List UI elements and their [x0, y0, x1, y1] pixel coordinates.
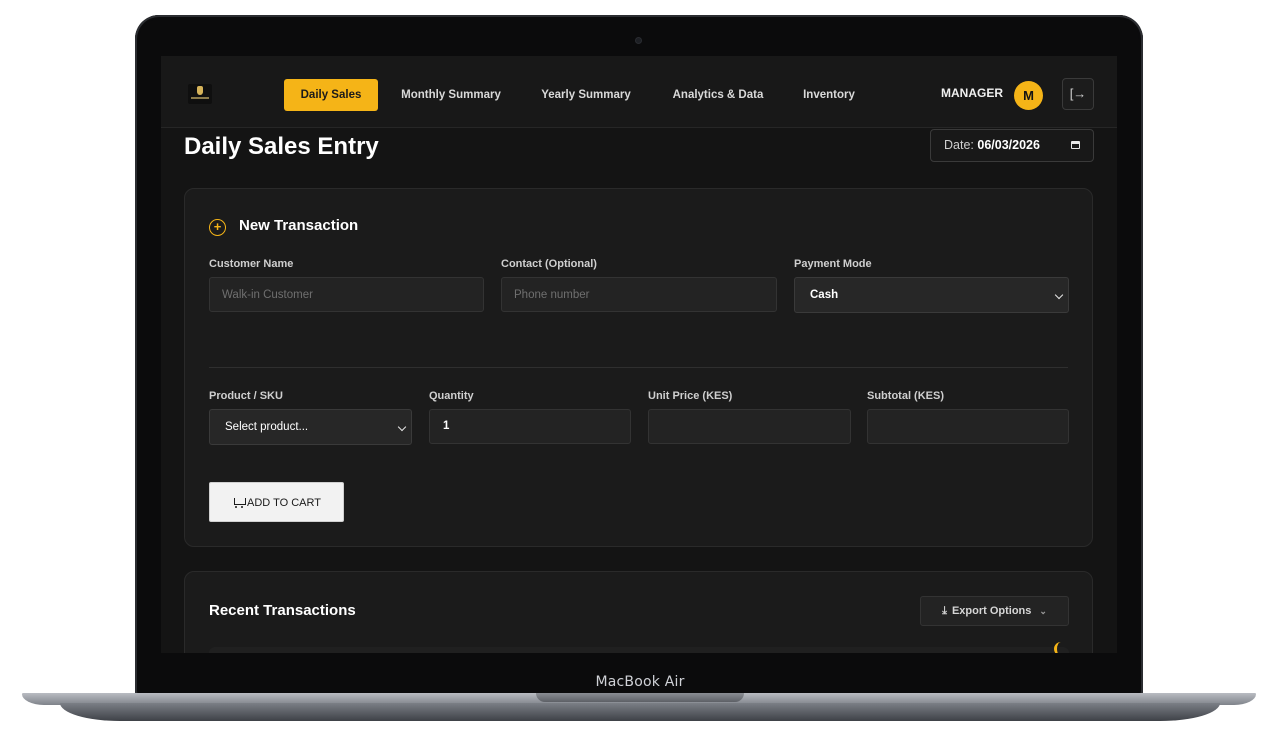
download-icon: ⤓ [942, 605, 947, 617]
device-label: MacBook Air [595, 674, 685, 690]
user-role: MANAGER [941, 86, 1003, 100]
subtotal-field [867, 409, 1069, 444]
quantity-input[interactable]: 1 [429, 409, 631, 444]
laptop-notch [536, 693, 744, 702]
recent-transactions-card: Recent Transactions ⤓ Export Options ⌄ [184, 571, 1093, 653]
contact-label: Contact (Optional) [501, 258, 597, 270]
logo-wordmark [191, 97, 209, 99]
add-to-cart-button[interactable]: ADD TO CART [209, 482, 344, 522]
customer-name-label: Customer Name [209, 258, 294, 270]
transactions-table [209, 647, 1069, 653]
camera-icon [636, 38, 641, 43]
app-screen: Daily Sales Monthly Summary Yearly Summa… [161, 56, 1117, 653]
tab-inventory[interactable]: Inventory [799, 79, 859, 111]
section-title-recent-transactions: Recent Transactions [209, 602, 356, 619]
loading-spinner-icon [1054, 642, 1068, 653]
date-label: Date: [944, 138, 974, 152]
crest-icon [197, 86, 203, 95]
payment-mode-label: Payment Mode [794, 258, 872, 270]
date-picker[interactable]: Date: 06/03/2026 [930, 129, 1094, 162]
tab-analytics-data[interactable]: Analytics & Data [666, 79, 770, 111]
new-transaction-card: + New Transaction Customer Name Contact … [184, 188, 1093, 547]
export-options-button[interactable]: ⤓ Export Options ⌄ [920, 596, 1069, 626]
quantity-label: Quantity [429, 390, 474, 402]
divider [209, 367, 1068, 368]
laptop-base-bottom [60, 703, 1220, 721]
export-options-label: Export Options [951, 605, 1032, 617]
chevron-down-icon [397, 422, 407, 432]
plus-circle-icon: + [209, 219, 226, 236]
add-to-cart-label: ADD TO CART [247, 497, 321, 509]
payment-mode-select[interactable]: Cash [794, 277, 1069, 313]
logout-icon: [→ [1069, 86, 1087, 101]
product-label: Product / SKU [209, 390, 283, 402]
product-value: Select product... [225, 421, 309, 433]
subtotal-label: Subtotal (KES) [867, 390, 944, 402]
top-navigation: Daily Sales Monthly Summary Yearly Summa… [161, 56, 1117, 128]
tab-monthly-summary[interactable]: Monthly Summary [397, 79, 505, 111]
payment-mode-value: Cash [810, 289, 839, 301]
unit-price-field [648, 409, 851, 444]
chevron-down-icon [1054, 290, 1064, 300]
unit-price-label: Unit Price (KES) [648, 390, 733, 402]
logout-button[interactable]: [→ [1062, 78, 1094, 110]
chevron-down-icon: ⌄ [1039, 606, 1047, 616]
cart-icon [232, 497, 247, 508]
date-value: 06/03/2026 [977, 138, 1040, 152]
contact-input[interactable] [501, 277, 777, 312]
avatar[interactable]: M [1014, 81, 1043, 110]
section-title-new-transaction: New Transaction [239, 217, 359, 234]
tab-daily-sales[interactable]: Daily Sales [284, 79, 378, 111]
tab-yearly-summary[interactable]: Yearly Summary [537, 79, 635, 111]
product-select[interactable]: Select product... [209, 409, 412, 445]
page-title: Daily Sales Entry [184, 133, 379, 160]
brand-logo[interactable] [188, 84, 212, 104]
customer-name-input[interactable] [209, 277, 484, 312]
calendar-icon[interactable] [1071, 141, 1080, 149]
